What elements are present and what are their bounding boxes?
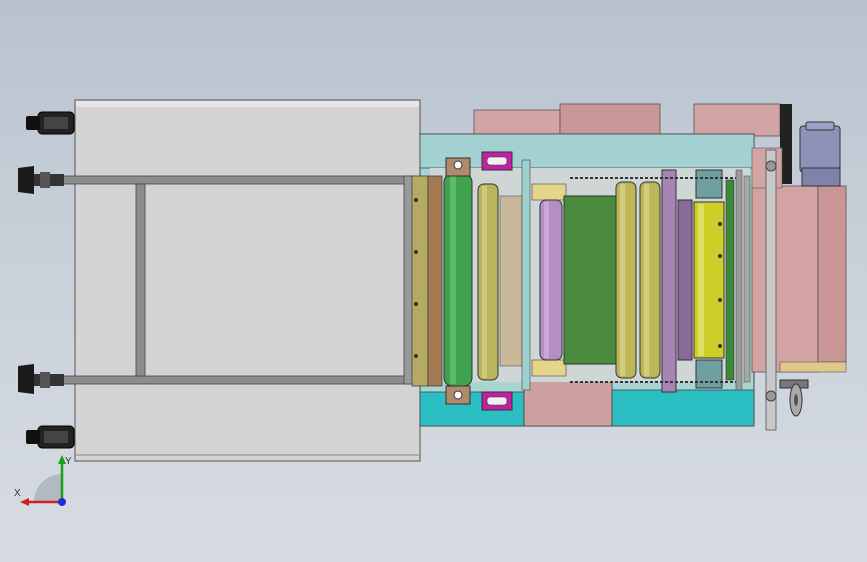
clamp-bottom xyxy=(481,391,513,411)
green-belt xyxy=(563,195,619,365)
z-axis-dot xyxy=(58,498,66,506)
handwheel[interactable] xyxy=(779,379,809,417)
foot-bottom xyxy=(18,364,64,394)
frame-rail-top xyxy=(61,175,413,185)
foot-top xyxy=(18,166,64,194)
y-axis-label: Y xyxy=(65,456,72,467)
yellow-roller xyxy=(693,169,725,389)
cad-viewport[interactable] xyxy=(0,0,867,562)
frame-rail-bottom xyxy=(61,375,413,385)
green-roller xyxy=(443,157,473,405)
olive-roller xyxy=(477,183,499,381)
orientation-triad: X Y xyxy=(14,455,72,506)
frame-cross-bar xyxy=(135,183,146,377)
feed-table[interactable] xyxy=(61,99,421,462)
caster-bottom xyxy=(26,425,75,449)
clamp-top xyxy=(481,151,513,171)
x-axis-label: X xyxy=(14,488,21,499)
drive-motor xyxy=(799,121,841,187)
violet-roller xyxy=(539,199,563,361)
caster-top xyxy=(26,111,75,135)
leveling-feet xyxy=(18,111,75,449)
